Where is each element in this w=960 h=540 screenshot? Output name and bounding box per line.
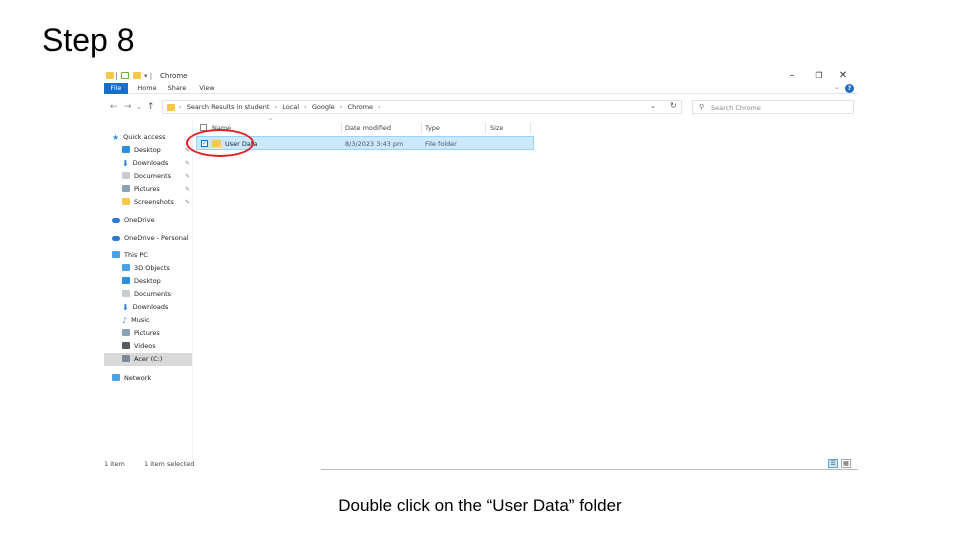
tab-home[interactable]: Home: [134, 83, 160, 94]
tab-file[interactable]: File: [104, 83, 128, 94]
pictures-icon: [122, 329, 130, 336]
quick-access-separator: [116, 72, 117, 80]
sidebar-item-onedrive[interactable]: OneDrive: [112, 214, 192, 227]
selection-count: 1 item selected: [144, 460, 195, 468]
breadcrumb-local[interactable]: Local: [282, 103, 299, 111]
refresh-icon[interactable]: ↻: [670, 101, 677, 110]
videos-icon: [122, 342, 130, 349]
sort-caret-icon: ^: [268, 118, 274, 125]
file-date-modified: 8/3/2023 3:43 pm: [345, 140, 404, 148]
column-divider[interactable]: [341, 122, 342, 134]
address-dropdown-icon[interactable]: ⌄: [650, 102, 656, 110]
sidebar-item-quick-access[interactable]: ★ Quick access: [112, 131, 192, 144]
breadcrumb-search-results[interactable]: Search Results in student: [187, 103, 270, 111]
status-divider: [321, 469, 858, 470]
sidebar-item-pc-documents[interactable]: Documents: [122, 288, 192, 301]
documents-icon: [122, 290, 130, 297]
star-icon: ★: [112, 133, 120, 142]
tab-view[interactable]: View: [196, 83, 218, 94]
sidebar-item-downloads[interactable]: ⬇ Downloads ✎: [122, 157, 192, 170]
minimize-button[interactable]: –: [785, 70, 799, 82]
forward-button[interactable]: →: [124, 101, 132, 113]
column-size[interactable]: Size: [490, 124, 503, 132]
pane-divider[interactable]: [192, 121, 193, 461]
up-button[interactable]: ↑: [147, 101, 155, 113]
recent-locations-button[interactable]: ⌄: [136, 101, 142, 113]
customize-quick-access-icon[interactable]: ▾ |: [144, 72, 152, 80]
documents-icon: [122, 172, 130, 179]
sidebar-item-pc-downloads[interactable]: ⬇ Downloads: [122, 301, 192, 314]
drive-icon: [122, 355, 130, 362]
downloads-icon: ⬇: [122, 159, 129, 168]
desktop-icon: [122, 146, 130, 153]
status-bar: 1 item 1 item selected ☰ ▦: [104, 458, 858, 470]
folder-icon: [106, 72, 114, 79]
restore-button[interactable]: ❐: [812, 70, 826, 82]
breadcrumb-google[interactable]: Google: [312, 103, 335, 111]
file-list: ^ Name Date modified Type Size ✓ User Da…: [186, 118, 858, 456]
navigation-pane: ★ Quick access Desktop ✎ ⬇ Downloads ✎ Doc…: [104, 121, 192, 456]
sidebar-item-documents[interactable]: Documents ✎: [122, 170, 192, 183]
sidebar-item-desktop[interactable]: Desktop ✎: [122, 144, 192, 157]
tab-share[interactable]: Share: [164, 83, 190, 94]
sidebar-item-network[interactable]: Network: [112, 372, 192, 385]
pin-icon[interactable]: ✎: [185, 196, 190, 209]
back-button[interactable]: ←: [110, 101, 118, 113]
column-date-modified[interactable]: Date modified: [345, 124, 391, 132]
cloud-icon: [112, 236, 120, 241]
sidebar-item-videos[interactable]: Videos: [122, 340, 192, 353]
sidebar-item-pc-desktop[interactable]: Desktop: [122, 275, 192, 288]
downloads-icon: ⬇: [122, 303, 129, 312]
search-icon: ⚲: [699, 103, 705, 111]
expand-ribbon-icon[interactable]: ⌄: [834, 83, 840, 91]
column-divider[interactable]: [485, 122, 486, 134]
computer-icon: [112, 251, 120, 258]
pin-icon[interactable]: ✎: [185, 157, 190, 170]
column-type[interactable]: Type: [425, 124, 440, 132]
window-title: Chrome: [160, 72, 188, 80]
ribbon-tabs: File Home Share View ⌄ ?: [104, 83, 858, 94]
address-bar[interactable]: › Search Results in student › Local › Go…: [162, 100, 682, 114]
item-count: 1 item: [104, 460, 125, 468]
folder-icon: [167, 104, 175, 111]
column-divider[interactable]: [530, 122, 531, 134]
slide-title: Step 8: [42, 22, 135, 58]
title-bar: ▾ | Chrome – ❐ ✕: [104, 69, 858, 83]
3d-objects-icon: [122, 264, 130, 271]
sidebar-item-acer-c[interactable]: Acer (C:): [104, 353, 192, 366]
sidebar-item-onedrive-personal[interactable]: OneDrive - Personal: [112, 232, 192, 245]
column-headers: ^ Name Date modified Type Size: [196, 118, 626, 135]
file-explorer-window: ▾ | Chrome – ❐ ✕ File Home Share View ⌄ …: [104, 69, 858, 470]
sidebar-item-pictures[interactable]: Pictures ✎: [122, 183, 192, 196]
details-view-icon[interactable]: ☰: [828, 459, 838, 468]
cloud-icon: [112, 218, 120, 223]
search-input[interactable]: Search Chrome: [711, 104, 761, 112]
red-highlight-circle: [186, 129, 254, 157]
close-button[interactable]: ✕: [836, 70, 850, 82]
sidebar-item-3d-objects[interactable]: 3D Objects: [122, 262, 192, 275]
desktop-icon: [122, 277, 130, 284]
file-type: File folder: [425, 140, 457, 148]
music-icon: ♪: [122, 316, 128, 325]
folder-icon: [122, 198, 130, 205]
large-icons-view-icon[interactable]: ▦: [841, 459, 851, 468]
search-box[interactable]: ⚲ Search Chrome: [692, 100, 854, 114]
properties-icon[interactable]: [121, 72, 129, 79]
breadcrumb-chrome[interactable]: Chrome: [348, 103, 374, 111]
help-icon[interactable]: ?: [845, 84, 854, 93]
pin-icon[interactable]: ✎: [185, 183, 190, 196]
new-folder-icon[interactable]: [133, 72, 141, 79]
sidebar-item-music[interactable]: ♪ Music: [122, 314, 192, 327]
sidebar-item-screenshots[interactable]: Screenshots ✎: [122, 196, 192, 209]
table-row[interactable]: ✓ User Data 8/3/2023 3:43 pm File folder: [186, 129, 534, 157]
address-row: ← → ⌄ ↑ › Search Results in student › Lo…: [104, 99, 858, 115]
pictures-icon: [122, 185, 130, 192]
slide-caption: Double click on the “User Data” folder: [338, 496, 622, 515]
sidebar-item-pc-pictures[interactable]: Pictures: [122, 327, 192, 340]
column-divider[interactable]: [421, 122, 422, 134]
pin-icon[interactable]: ✎: [185, 170, 190, 183]
breadcrumb: › Search Results in student › Local › Go…: [179, 103, 381, 111]
sidebar-item-this-pc[interactable]: This PC: [112, 249, 192, 262]
network-icon: [112, 374, 120, 381]
